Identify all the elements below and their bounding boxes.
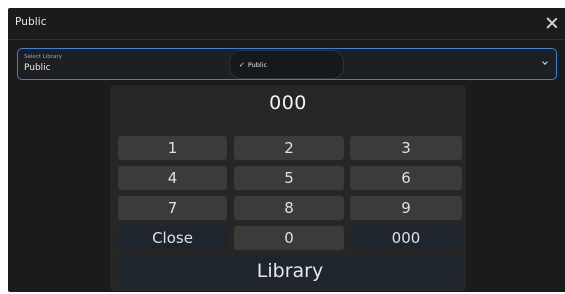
key-9[interactable]: 9: [350, 196, 462, 220]
library-button[interactable]: Library: [118, 255, 462, 286]
selected-option-label: Public: [247, 60, 268, 69]
checkmark-icon: ✓: [239, 60, 245, 69]
key-close[interactable]: Close: [118, 226, 227, 250]
key-2[interactable]: 2: [234, 136, 344, 160]
key-4[interactable]: 4: [118, 166, 227, 190]
key-0[interactable]: 0: [234, 226, 344, 250]
header-divider: [8, 39, 565, 40]
key-8[interactable]: 8: [234, 196, 344, 220]
dialog-header: Public: [8, 8, 565, 38]
chevron-down-icon[interactable]: [543, 60, 549, 66]
selected-option-pill[interactable]: ✓ Public: [229, 50, 344, 79]
key-7[interactable]: 7: [118, 196, 227, 220]
key-triple-zero[interactable]: 000: [350, 226, 462, 250]
library-dialog: Public Select Library Public ✓ Public 00…: [8, 8, 565, 292]
key-3[interactable]: 3: [350, 136, 462, 160]
select-library-value: Public: [24, 63, 51, 73]
dialog-title: Public: [15, 16, 47, 28]
select-library-label: Select Library: [24, 54, 62, 60]
numpad-display: 000: [269, 92, 307, 114]
key-5[interactable]: 5: [234, 166, 344, 190]
key-6[interactable]: 6: [350, 166, 462, 190]
key-1[interactable]: 1: [118, 136, 227, 160]
numpad: 000 1 2 3 4 5 6 7 8 9 Close 0 000 Librar…: [110, 85, 466, 291]
close-icon[interactable]: [545, 16, 559, 30]
